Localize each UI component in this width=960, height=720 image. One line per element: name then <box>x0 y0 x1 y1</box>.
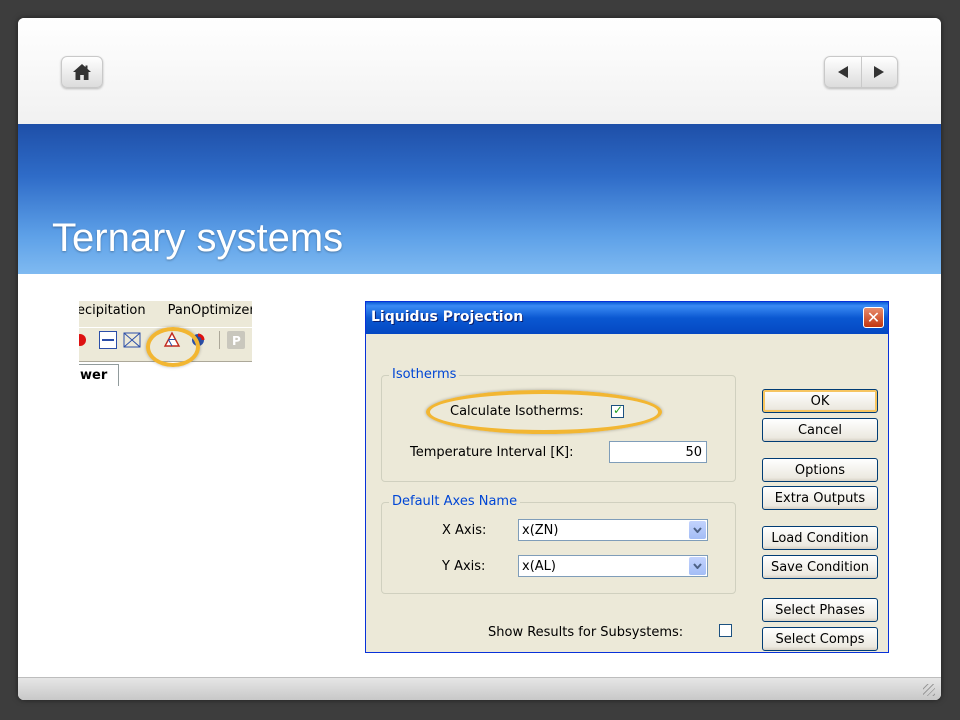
toolbar-crop-image: ecipitation PanOptimizer P wer <box>79 301 252 387</box>
axes-group: Default Axes Name X Axis: x(ZN) Y Axis: … <box>381 494 736 594</box>
menu-item-panoptimizer[interactable]: PanOptimizer <box>168 303 252 318</box>
next-slide-button[interactable] <box>862 57 898 87</box>
temperature-interval-label: Temperature Interval [K]: <box>410 445 574 460</box>
dialog-title: Liquidus Projection <box>371 309 524 325</box>
menu-bar: ecipitation PanOptimizer <box>79 303 252 318</box>
cross-lines-icon[interactable] <box>123 331 141 349</box>
save-condition-button[interactable]: Save Condition <box>762 555 878 579</box>
y-axis-label: Y Axis: <box>442 559 486 574</box>
load-condition-button[interactable]: Load Condition <box>762 526 878 550</box>
resize-grip-icon[interactable] <box>923 684 935 696</box>
select-phases-button[interactable]: Select Phases <box>762 598 878 622</box>
highlight-ring <box>146 327 200 367</box>
previous-slide-button[interactable] <box>825 57 862 87</box>
isotherms-group-label: Isotherms <box>389 367 460 382</box>
show-subsystems-label: Show Results for Subsystems: <box>488 625 684 640</box>
slide-navigation <box>824 56 898 88</box>
record-icon[interactable] <box>79 331 89 349</box>
dialog-title-bar: Liquidus Projection ✕ <box>366 302 888 334</box>
home-icon <box>73 64 91 80</box>
svg-text:P: P <box>232 334 241 348</box>
toolbar-separator <box>219 331 220 349</box>
slide-bottom-bar <box>18 677 941 700</box>
chevron-down-icon[interactable] <box>689 521 706 539</box>
x-axis-select[interactable]: x(ZN) <box>518 519 708 541</box>
p-icon[interactable]: P <box>227 331 245 349</box>
triangle-left-icon <box>837 66 848 78</box>
slide-top-bar <box>18 18 941 124</box>
triangle-right-icon <box>874 66 885 78</box>
home-button[interactable] <box>61 56 103 88</box>
cancel-button[interactable]: Cancel <box>762 418 878 442</box>
show-subsystems-checkbox[interactable] <box>719 624 732 637</box>
liquidus-projection-dialog: Liquidus Projection ✕ Isotherms Calculat… <box>365 301 889 653</box>
highlight-ring <box>426 390 662 434</box>
x-axis-label: X Axis: <box>442 523 487 538</box>
extra-outputs-button[interactable]: Extra Outputs <box>762 486 878 510</box>
axes-group-label: Default Axes Name <box>389 494 521 509</box>
slide-title: Ternary systems <box>52 216 344 260</box>
chevron-down-icon[interactable] <box>689 557 706 575</box>
ok-button[interactable]: OK <box>762 389 878 413</box>
tab-viewer[interactable]: wer <box>79 364 119 386</box>
title-band: Ternary systems <box>18 124 941 274</box>
y-axis-select[interactable]: x(AL) <box>518 555 708 577</box>
menu-item-precipitation[interactable]: ecipitation <box>79 303 146 318</box>
minus-icon[interactable] <box>99 331 117 349</box>
select-comps-button[interactable]: Select Comps <box>762 627 878 651</box>
slide: Ternary systems ecipitation PanOptimizer <box>18 18 941 700</box>
temperature-interval-input[interactable]: 50 <box>609 441 707 463</box>
close-icon[interactable]: ✕ <box>863 307 884 328</box>
options-button[interactable]: Options <box>762 458 878 482</box>
